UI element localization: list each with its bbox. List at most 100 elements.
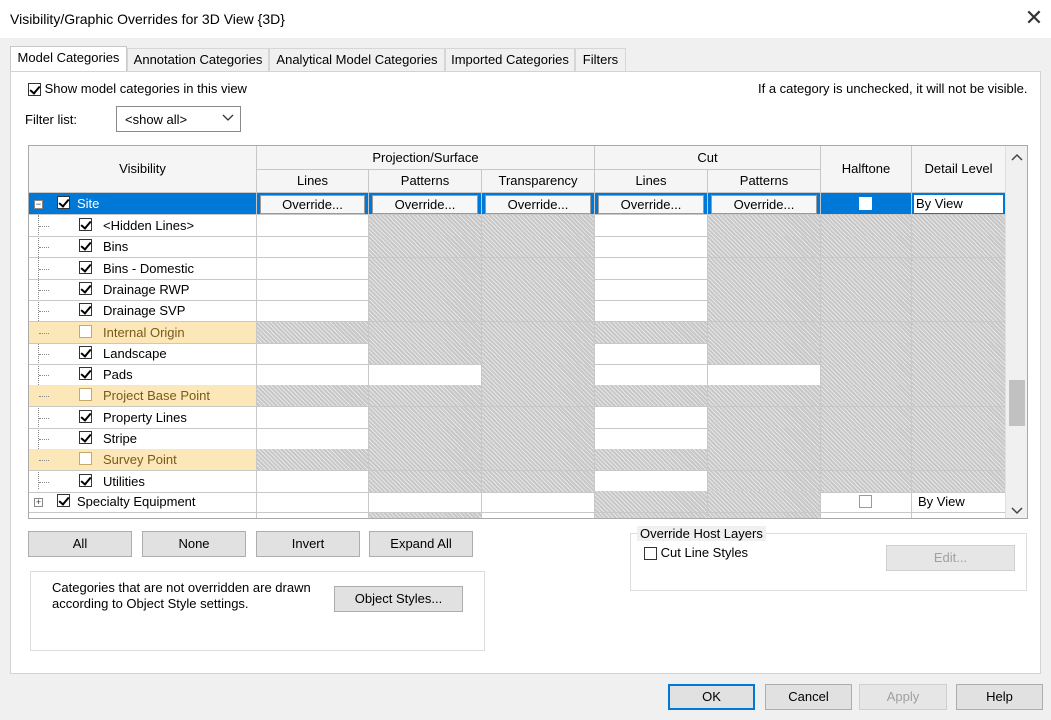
row-visibility-checkbox[interactable] [79,345,92,359]
row-visibility-checkbox[interactable] [79,367,92,381]
header-detail-level: Detail Level [912,146,1006,193]
filter-list-value: <show all> [125,112,188,127]
halftone-checkbox[interactable] [859,495,872,508]
collapse-icon[interactable]: − [34,200,43,209]
tree-branch [39,247,49,249]
table-row[interactable]: Project Base Point [29,385,257,408]
tree-branch [39,375,49,377]
table-row[interactable]: Utilities [29,470,257,493]
grid-cell [821,449,912,472]
grid-cell [257,278,369,301]
halftone-checkbox[interactable] [859,197,872,210]
show-model-categories-checkbox[interactable] [28,83,41,97]
all-button[interactable]: All [28,531,132,557]
invert-button[interactable]: Invert [256,531,360,557]
row-visibility-checkbox[interactable] [79,281,92,295]
detail-level-value[interactable]: By View [918,494,965,509]
row-label: Survey Point [103,452,177,468]
table-row[interactable]: Pads [29,364,257,387]
grid-cell [821,278,912,301]
tree-branch [39,439,49,440]
grid-cell [595,236,708,259]
edit-button[interactable]: Edit... [886,545,1015,571]
table-row[interactable]: Internal Origin [29,321,257,344]
tab-filters[interactable]: Filters [575,48,626,71]
table-row[interactable]: Stripe [29,428,257,450]
grid-cell [912,321,1006,344]
none-button[interactable]: None [142,531,246,557]
apply-button[interactable]: Apply [859,684,947,710]
object-styles-button[interactable]: Object Styles... [334,586,463,612]
show-model-categories-option[interactable]: Show model categories in this view [28,81,247,97]
grid-cell [821,257,912,280]
tree-branch [39,396,49,398]
table-row[interactable]: Bins - Domestic [29,257,257,280]
grid-cell [821,385,912,408]
row-visibility-checkbox[interactable] [79,409,92,423]
row-visibility-checkbox[interactable] [79,388,92,402]
grid-cell [595,321,708,344]
grid-cell [595,428,708,450]
table-row[interactable]: Property Lines [29,406,257,429]
ok-button[interactable]: OK [668,684,755,710]
grid-cell [257,236,369,259]
row-label: Stripe [103,431,137,446]
header-visibility[interactable]: Visibility [29,146,257,193]
row-visibility-checkbox[interactable] [79,431,92,444]
row-visibility-checkbox[interactable] [57,196,70,209]
grid-cell [708,406,821,429]
tab-model-categories[interactable]: Model Categories [10,46,127,72]
table-row[interactable]: Drainage SVP [29,300,257,323]
scrollbar-thumb[interactable] [1009,380,1025,426]
grid-cell [708,321,821,344]
grid-cell [257,364,369,387]
scroll-up-icon[interactable] [1011,152,1023,162]
table-row[interactable]: <Hidden Lines> [29,215,257,237]
grid-cell [482,278,595,301]
row-visibility-checkbox[interactable] [79,260,92,274]
scroll-down-icon[interactable] [1011,506,1023,516]
grid-cell [708,215,821,237]
cancel-button[interactable]: Cancel [765,684,852,710]
row-visibility-checkbox[interactable] [79,324,92,338]
row-visibility-checkbox[interactable] [79,452,92,466]
visibility-hint: If a category is unchecked, it will not … [758,81,1028,96]
grid-cell [257,449,369,472]
table-row[interactable]: Bins [29,236,257,259]
row-visibility-checkbox[interactable] [79,473,92,487]
close-icon[interactable]: ✕ [1022,4,1046,32]
chevron-down-icon [222,114,234,121]
row-label: Site [77,196,100,211]
categories-grid: Visibility Projection/Surface Cut Halfto… [28,145,1028,519]
filter-list-dropdown[interactable]: <show all> [116,106,241,132]
row-visibility-checkbox[interactable] [79,239,92,253]
row-visibility-checkbox[interactable] [79,303,92,317]
tab-annotation-categories[interactable]: Annotation Categories [127,48,269,71]
override-button[interactable]: Override... [598,195,704,214]
table-row[interactable]: + Specialty Equipment [29,491,257,513]
table-row[interactable]: Survey Point [29,449,257,472]
expand-all-button[interactable]: Expand All [369,531,473,557]
grid-cell [482,342,595,365]
table-row[interactable]: Landscape [29,342,257,365]
override-button[interactable]: Override... [711,195,817,214]
tab-imported-categories[interactable]: Imported Categories [445,48,575,71]
cut-line-styles-checkbox[interactable] [644,547,657,561]
row-visibility-checkbox[interactable] [57,494,70,507]
table-row[interactable]: − Site [29,193,257,215]
tab-analytical-model-categories[interactable]: Analytical Model Categories [269,48,445,71]
grid-cell [369,257,482,280]
detail-level-select[interactable]: By View [914,195,1003,213]
grid-scrollbar[interactable] [1005,146,1027,518]
grid-cell [257,406,369,429]
cut-line-styles-option[interactable]: Cut Line Styles [644,545,748,561]
override-button[interactable]: Override... [372,195,478,214]
row-visibility-checkbox[interactable] [79,218,92,231]
tree-branch [39,311,49,313]
expand-icon[interactable]: + [34,498,43,507]
grid-cell [708,449,821,472]
override-button[interactable]: Override... [260,195,365,214]
table-row[interactable]: Drainage RWP [29,278,257,301]
override-button[interactable]: Override... [485,195,591,214]
help-button[interactable]: Help [956,684,1043,710]
